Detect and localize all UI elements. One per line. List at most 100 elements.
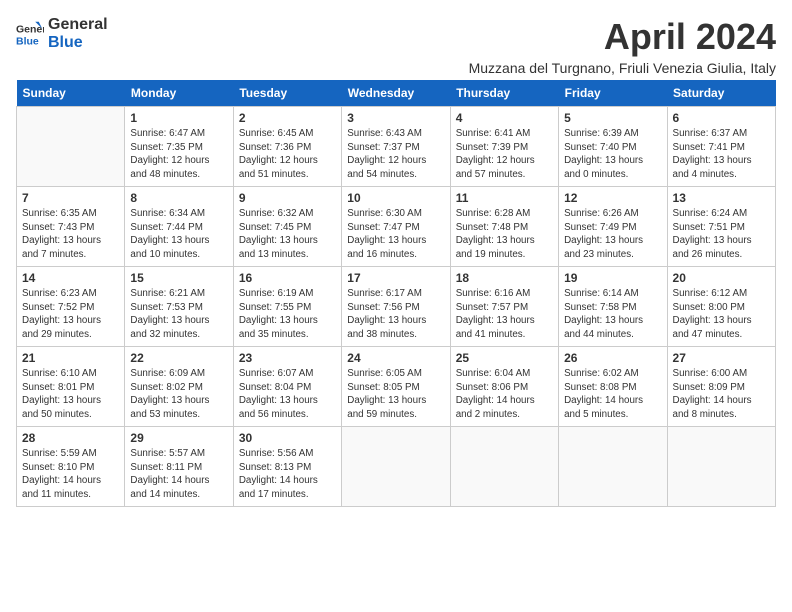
day-info: Sunrise: 5:56 AMSunset: 8:13 PMDaylight:… <box>239 447 336 502</box>
day-info: Sunrise: 6:43 AMSunset: 7:37 PMDaylight:… <box>347 127 444 182</box>
day-info: Sunrise: 6:24 AMSunset: 7:51 PMDaylight:… <box>673 207 770 262</box>
day-info: Sunrise: 6:28 AMSunset: 7:48 PMDaylight:… <box>456 207 553 262</box>
week-row-2: 7Sunrise: 6:35 AMSunset: 7:43 PMDaylight… <box>17 187 776 267</box>
day-number: 16 <box>239 271 336 285</box>
col-thursday: Thursday <box>450 80 558 107</box>
day-number: 27 <box>673 351 770 365</box>
day-cell: 15 Sunrise: 6:21 AMSunset: 7:53 PMDayligh… <box>125 267 233 347</box>
day-info: Sunrise: 6:17 AMSunset: 7:56 PMDaylight:… <box>347 287 444 342</box>
week-row-4: 21Sunrise: 6:10 AMSunset: 8:01 PMDayligh… <box>17 347 776 427</box>
day-cell: 4 Sunrise: 6:41 AMSunset: 7:39 PMDaylight… <box>450 107 558 187</box>
day-cell <box>450 427 558 507</box>
col-tuesday: Tuesday <box>233 80 341 107</box>
day-number: 5 <box>564 111 661 125</box>
day-cell: 28 Sunrise: 5:59 AMSunset: 8:10 PMDayligh… <box>17 427 125 507</box>
logo: General Blue General Blue <box>16 16 108 51</box>
day-info: Sunrise: 6:19 AMSunset: 7:55 PMDaylight:… <box>239 287 336 342</box>
day-cell: 30 Sunrise: 5:56 AMSunset: 8:13 PMDayligh… <box>233 427 341 507</box>
day-cell: 11 Sunrise: 6:28 AMSunset: 7:48 PMDayligh… <box>450 187 558 267</box>
col-wednesday: Wednesday <box>342 80 450 107</box>
day-info: Sunrise: 6:47 AMSunset: 7:35 PMDaylight:… <box>130 127 227 182</box>
header-row: SundayMondayTuesdayWednesdayThursdayFrid… <box>17 80 776 107</box>
day-number: 19 <box>564 271 661 285</box>
svg-text:Blue: Blue <box>16 35 39 47</box>
day-number: 21 <box>22 351 119 365</box>
day-number: 17 <box>347 271 444 285</box>
day-info: Sunrise: 6:30 AMSunset: 7:47 PMDaylight:… <box>347 207 444 262</box>
day-number: 23 <box>239 351 336 365</box>
day-info: Sunrise: 6:23 AMSunset: 7:52 PMDaylight:… <box>22 287 119 342</box>
day-cell: 25 Sunrise: 6:04 AMSunset: 8:06 PMDayligh… <box>450 347 558 427</box>
day-cell: 22 Sunrise: 6:09 AMSunset: 8:02 PMDayligh… <box>125 347 233 427</box>
day-cell: 27Sunrise: 6:00 AMSunset: 8:09 PMDayligh… <box>667 347 775 427</box>
day-number: 28 <box>22 431 119 445</box>
day-cell: 21Sunrise: 6:10 AMSunset: 8:01 PMDayligh… <box>17 347 125 427</box>
day-number: 22 <box>130 351 227 365</box>
day-number: 11 <box>456 191 553 205</box>
week-row-1: 1 Sunrise: 6:47 AMSunset: 7:35 PMDaylight… <box>17 107 776 187</box>
day-info: Sunrise: 5:57 AMSunset: 8:11 PMDaylight:… <box>130 447 227 502</box>
day-cell: 9 Sunrise: 6:32 AMSunset: 7:45 PMDaylight… <box>233 187 341 267</box>
logo-icon: General Blue <box>16 20 44 48</box>
title-block: April 2024 Muzzana del Turgnano, Friuli … <box>469 16 776 76</box>
day-cell <box>559 427 667 507</box>
day-cell: 7Sunrise: 6:35 AMSunset: 7:43 PMDaylight… <box>17 187 125 267</box>
day-cell <box>342 427 450 507</box>
day-cell <box>667 427 775 507</box>
day-info: Sunrise: 6:12 AMSunset: 8:00 PMDaylight:… <box>673 287 770 342</box>
day-number: 24 <box>347 351 444 365</box>
logo-blue-text: Blue <box>48 34 108 52</box>
day-number: 12 <box>564 191 661 205</box>
day-cell: 17 Sunrise: 6:17 AMSunset: 7:56 PMDayligh… <box>342 267 450 347</box>
week-row-3: 14 Sunrise: 6:23 AMSunset: 7:52 PMDayligh… <box>17 267 776 347</box>
day-number: 29 <box>130 431 227 445</box>
day-info: Sunrise: 6:21 AMSunset: 7:53 PMDaylight:… <box>130 287 227 342</box>
day-cell: 14 Sunrise: 6:23 AMSunset: 7:52 PMDayligh… <box>17 267 125 347</box>
day-info: Sunrise: 6:02 AMSunset: 8:08 PMDaylight:… <box>564 367 661 422</box>
day-cell <box>17 107 125 187</box>
col-monday: Monday <box>125 80 233 107</box>
day-number: 26 <box>564 351 661 365</box>
day-cell: 8Sunrise: 6:34 AMSunset: 7:44 PMDaylight… <box>125 187 233 267</box>
day-info: Sunrise: 6:37 AMSunset: 7:41 PMDaylight:… <box>673 127 770 182</box>
day-info: Sunrise: 6:16 AMSunset: 7:57 PMDaylight:… <box>456 287 553 342</box>
day-info: Sunrise: 6:34 AMSunset: 7:44 PMDaylight:… <box>130 207 227 262</box>
day-number: 4 <box>456 111 553 125</box>
day-cell: 29 Sunrise: 5:57 AMSunset: 8:11 PMDayligh… <box>125 427 233 507</box>
day-info: Sunrise: 6:05 AMSunset: 8:05 PMDaylight:… <box>347 367 444 422</box>
day-cell: 1 Sunrise: 6:47 AMSunset: 7:35 PMDaylight… <box>125 107 233 187</box>
day-info: Sunrise: 5:59 AMSunset: 8:10 PMDaylight:… <box>22 447 119 502</box>
day-number: 7 <box>22 191 119 205</box>
day-info: Sunrise: 6:32 AMSunset: 7:45 PMDaylight:… <box>239 207 336 262</box>
day-number: 9 <box>239 191 336 205</box>
day-number: 30 <box>239 431 336 445</box>
day-info: Sunrise: 6:04 AMSunset: 8:06 PMDaylight:… <box>456 367 553 422</box>
day-cell: 23 Sunrise: 6:07 AMSunset: 8:04 PMDayligh… <box>233 347 341 427</box>
day-cell: 5Sunrise: 6:39 AMSunset: 7:40 PMDaylight… <box>559 107 667 187</box>
col-sunday: Sunday <box>17 80 125 107</box>
day-number: 1 <box>130 111 227 125</box>
day-number: 2 <box>239 111 336 125</box>
day-cell: 19 Sunrise: 6:14 AMSunset: 7:58 PMDayligh… <box>559 267 667 347</box>
week-row-5: 28 Sunrise: 5:59 AMSunset: 8:10 PMDayligh… <box>17 427 776 507</box>
subtitle: Muzzana del Turgnano, Friuli Venezia Giu… <box>469 60 776 76</box>
day-info: Sunrise: 6:41 AMSunset: 7:39 PMDaylight:… <box>456 127 553 182</box>
calendar-table: SundayMondayTuesdayWednesdayThursdayFrid… <box>16 80 776 507</box>
day-cell: 16 Sunrise: 6:19 AMSunset: 7:55 PMDayligh… <box>233 267 341 347</box>
day-cell: 24 Sunrise: 6:05 AMSunset: 8:05 PMDayligh… <box>342 347 450 427</box>
day-info: Sunrise: 6:26 AMSunset: 7:49 PMDaylight:… <box>564 207 661 262</box>
col-saturday: Saturday <box>667 80 775 107</box>
day-info: Sunrise: 6:45 AMSunset: 7:36 PMDaylight:… <box>239 127 336 182</box>
day-number: 15 <box>130 271 227 285</box>
day-number: 18 <box>456 271 553 285</box>
logo-general-text: General <box>48 16 108 34</box>
day-info: Sunrise: 6:07 AMSunset: 8:04 PMDaylight:… <box>239 367 336 422</box>
day-number: 3 <box>347 111 444 125</box>
day-number: 14 <box>22 271 119 285</box>
day-number: 10 <box>347 191 444 205</box>
day-info: Sunrise: 6:09 AMSunset: 8:02 PMDaylight:… <box>130 367 227 422</box>
day-cell: 20Sunrise: 6:12 AMSunset: 8:00 PMDayligh… <box>667 267 775 347</box>
day-number: 25 <box>456 351 553 365</box>
day-info: Sunrise: 6:14 AMSunset: 7:58 PMDaylight:… <box>564 287 661 342</box>
day-cell: 26 Sunrise: 6:02 AMSunset: 8:08 PMDayligh… <box>559 347 667 427</box>
